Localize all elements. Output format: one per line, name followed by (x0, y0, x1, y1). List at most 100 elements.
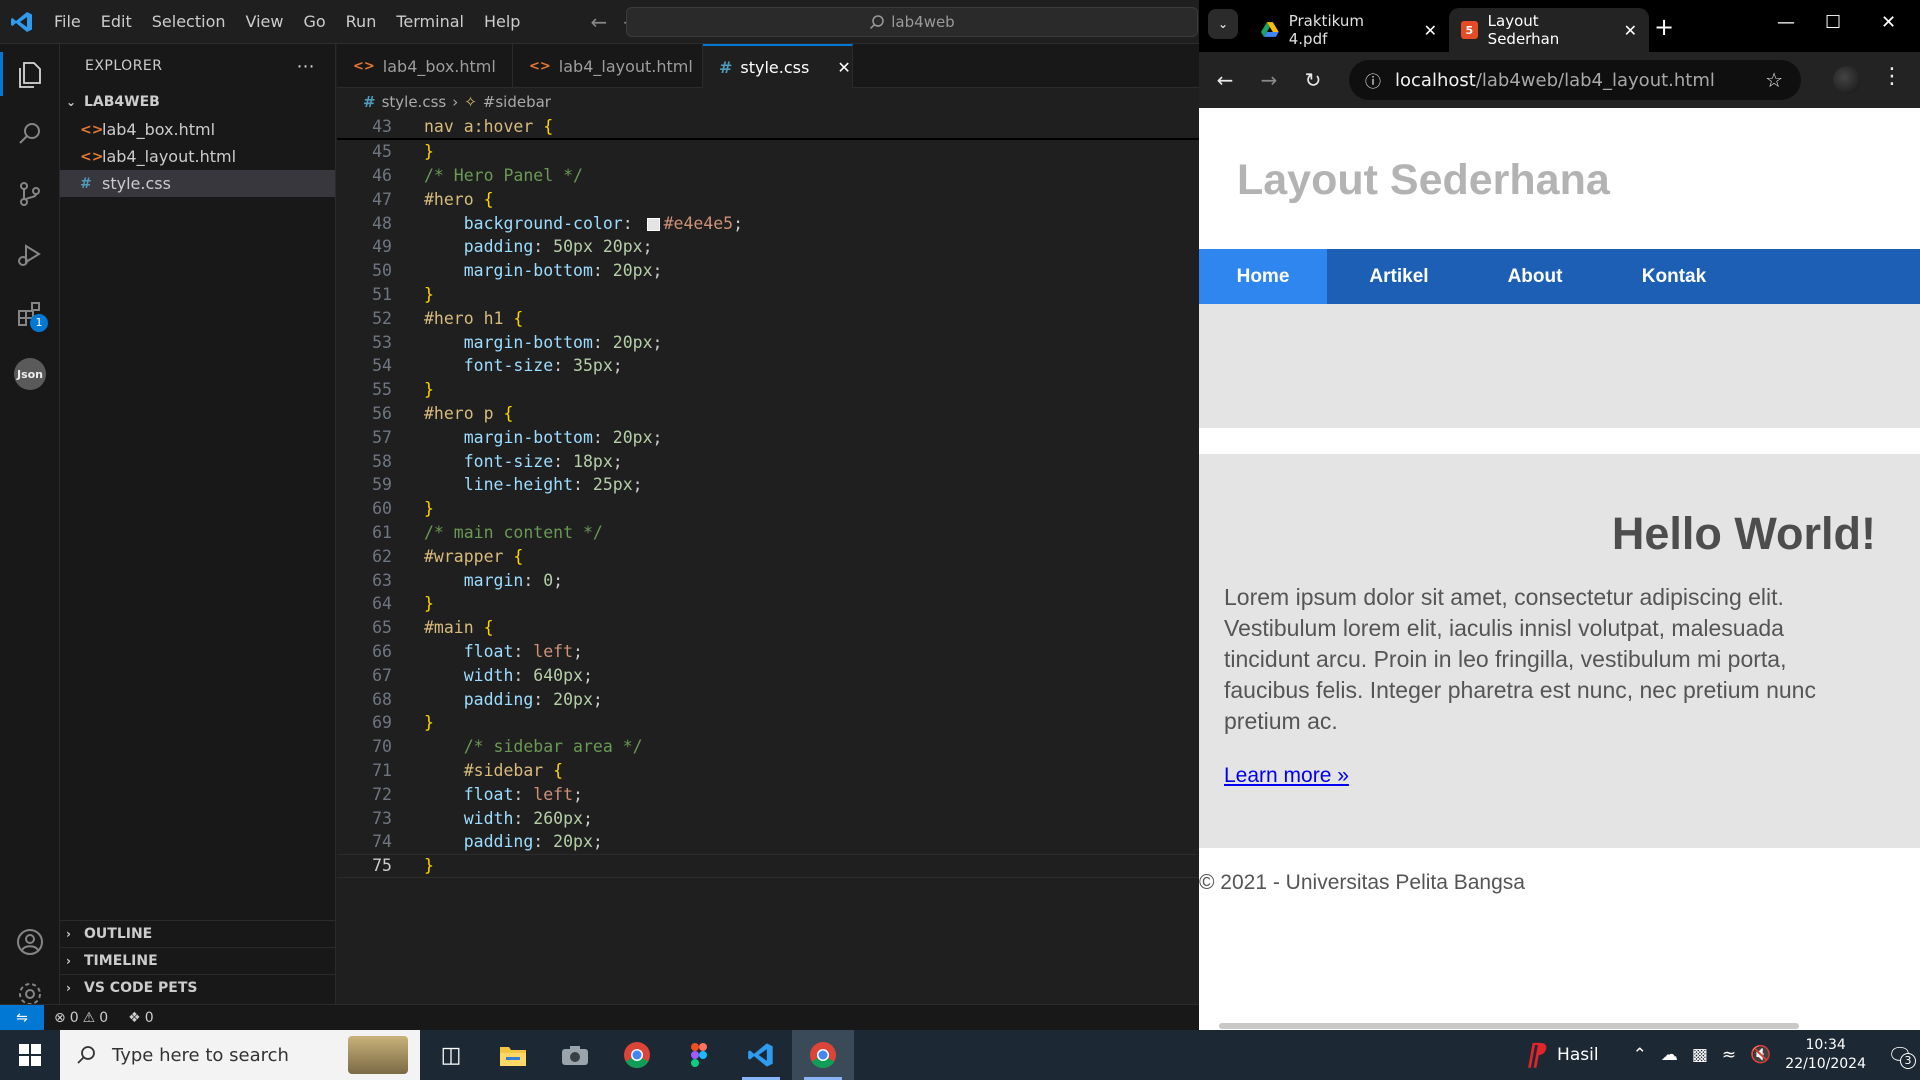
code-line[interactable]: 52 #hero h1 { (337, 306, 1199, 330)
ports-indicator[interactable]: ❖ 0 (118, 1010, 163, 1026)
explorer-icon[interactable] (0, 44, 60, 104)
nav-kontak[interactable]: Kontak (1599, 249, 1749, 304)
code-line[interactable]: 53 margin-bottom: 20px; (337, 330, 1199, 354)
camera-app-icon[interactable] (544, 1030, 606, 1080)
code-line[interactable]: 47 #hero { (337, 187, 1199, 211)
windows-start-icon[interactable] (0, 1030, 60, 1080)
bookmark-star-icon[interactable]: ☆ (1765, 68, 1783, 92)
close-window-icon[interactable]: ✕ (1881, 12, 1896, 33)
code-line[interactable]: 68 padding: 20px; (337, 687, 1199, 711)
chrome-menu-icon[interactable]: ⋮ (1881, 64, 1903, 89)
code-line[interactable]: 45} (337, 140, 1199, 164)
code-line[interactable]: 46 /* Hero Panel */ (337, 164, 1199, 188)
code-line[interactable]: 75} (337, 853, 1199, 878)
menu-edit[interactable]: Edit (91, 0, 142, 44)
code-line[interactable]: 74 padding: 20px; (337, 830, 1199, 854)
nav-artikel[interactable]: Artikel (1327, 249, 1471, 304)
menu-view[interactable]: View (236, 0, 294, 44)
minimize-icon[interactable]: — (1777, 12, 1795, 33)
chrome-active-taskbar-icon[interactable] (792, 1030, 854, 1080)
folder-lab4web[interactable]: ⌄ LAB4WEB (60, 88, 335, 116)
back-arrow-icon[interactable]: ← (590, 10, 607, 34)
close-tab-icon[interactable]: ✕ (837, 58, 850, 77)
notifications-icon[interactable]: 🗨 3 (1880, 1043, 1920, 1069)
learn-more-link[interactable]: Learn more » (1224, 764, 1349, 788)
code-line[interactable]: 57 margin-bottom: 20px; (337, 425, 1199, 449)
reload-icon[interactable]: ↻ (1291, 58, 1335, 102)
new-tab-plus-icon[interactable]: + (1654, 13, 1674, 41)
profile-avatar[interactable] (1833, 66, 1861, 94)
code-line[interactable]: 64} (337, 592, 1199, 616)
code-line[interactable]: 69} (337, 711, 1199, 735)
timeline-section[interactable]: › TIMELINE (60, 947, 336, 974)
tab-lab4-box[interactable]: <> lab4_box.html (337, 44, 513, 88)
code-line[interactable]: 56 #hero p { (337, 402, 1199, 426)
code-line[interactable]: 55} (337, 378, 1199, 402)
close-tab-icon[interactable]: ✕ (1624, 21, 1637, 40)
menu-help[interactable]: Help (474, 0, 530, 44)
tab-search-chevron-icon[interactable]: ⌄ (1208, 9, 1238, 39)
code-line[interactable]: 61 /* main content */ (337, 521, 1199, 545)
run-debug-icon[interactable] (0, 224, 60, 284)
menu-go[interactable]: Go (293, 0, 335, 44)
code-line[interactable]: 65 #main { (337, 616, 1199, 640)
menu-run[interactable]: Run (336, 0, 387, 44)
code-line[interactable]: 62 #wrapper { (337, 544, 1199, 568)
file-explorer-icon[interactable] (482, 1030, 544, 1080)
nav-about[interactable]: About (1471, 249, 1599, 304)
tab-praktikum[interactable]: Praktikum 4.pdf ✕ (1249, 8, 1449, 52)
menu-selection[interactable]: Selection (142, 0, 236, 44)
file-lab4-box[interactable]: <> lab4_box.html (60, 116, 335, 143)
code-line[interactable]: 59 line-height: 25px; (337, 473, 1199, 497)
wifi-icon[interactable]: ≈ (1722, 1045, 1736, 1065)
onedrive-icon[interactable]: ☁ (1661, 1045, 1678, 1065)
figma-icon[interactable] (668, 1030, 730, 1080)
forward-arrow-icon[interactable]: → (1247, 58, 1291, 102)
source-control-icon[interactable] (0, 164, 60, 224)
code-line[interactable]: 43 nav a:hover { (337, 116, 1199, 140)
tab-style-css[interactable]: # style.css ✕ (703, 44, 853, 88)
code-editor[interactable]: 43 nav a:hover {45} 46/* Hero Panel */47 #h… (337, 116, 1199, 878)
outline-section[interactable]: › OUTLINE (60, 920, 336, 947)
maximize-icon[interactable]: ☐ (1825, 12, 1841, 33)
tab-lab4-layout[interactable]: <> lab4_layout.html (513, 44, 703, 88)
site-info-icon[interactable]: ⓘ (1365, 68, 1381, 92)
horizontal-scrollbar[interactable] (1219, 1023, 1799, 1029)
file-style-css[interactable]: # style.css (60, 170, 335, 197)
breadcrumb-symbol[interactable]: #sidebar (483, 93, 551, 111)
chrome-taskbar-icon[interactable] (606, 1030, 668, 1080)
more-actions-icon[interactable]: ⋯ (297, 56, 316, 77)
taskbar-clock[interactable]: 10:34 22/10/2024 (1785, 1036, 1866, 1074)
task-view-icon[interactable]: ◫ (420, 1030, 482, 1080)
code-line[interactable]: 71 #sidebar { (337, 759, 1199, 783)
code-line[interactable]: 48 background-color: #e4e4e5; (337, 211, 1199, 235)
vscode-pets-section[interactable]: › VS CODE PETS (60, 974, 336, 1001)
nav-home[interactable]: Home (1199, 249, 1327, 304)
code-line[interactable]: 54 font-size: 35px; (337, 354, 1199, 378)
code-line[interactable]: 51} (337, 283, 1199, 307)
code-line[interactable]: 73 width: 260px; (337, 806, 1199, 830)
code-line[interactable]: 66 float: left; (337, 640, 1199, 664)
address-bar[interactable]: ⓘ localhost/lab4web/lab4_layout.html ☆ (1349, 60, 1801, 100)
code-line[interactable]: 63 margin: 0; (337, 568, 1199, 592)
code-line[interactable]: 60} (337, 497, 1199, 521)
menu-file[interactable]: File (44, 0, 91, 44)
search-view-icon[interactable] (0, 104, 60, 164)
back-arrow-icon[interactable]: ← (1203, 58, 1247, 102)
problems-indicator[interactable]: ⊗ 0 ⚠ 0 (44, 1010, 118, 1026)
close-tab-icon[interactable]: ✕ (1424, 21, 1437, 40)
command-center-search[interactable]: lab4web (626, 7, 1198, 37)
vscode-taskbar-icon[interactable] (730, 1030, 792, 1080)
accounts-icon[interactable] (0, 912, 60, 972)
code-line[interactable]: 58 font-size: 18px; (337, 449, 1199, 473)
file-lab4-layout[interactable]: <> lab4_layout.html (60, 143, 335, 170)
tab-layout-sederhana[interactable]: 5 Layout Sederhan ✕ (1449, 8, 1649, 52)
json-extension-icon[interactable]: Json (0, 344, 60, 404)
tray-app-hasil[interactable]: ⁋ Hasil (1526, 1038, 1598, 1073)
code-line[interactable]: 67 width: 640px; (337, 663, 1199, 687)
code-line[interactable]: 72 float: left; (337, 782, 1199, 806)
remote-indicator-icon[interactable]: ⇋ (0, 1004, 44, 1031)
code-line[interactable]: 70 /* sidebar area */ (337, 735, 1199, 759)
breadcrumb-file[interactable]: style.css (382, 93, 447, 111)
volume-muted-icon[interactable]: 🔇 (1750, 1045, 1771, 1065)
